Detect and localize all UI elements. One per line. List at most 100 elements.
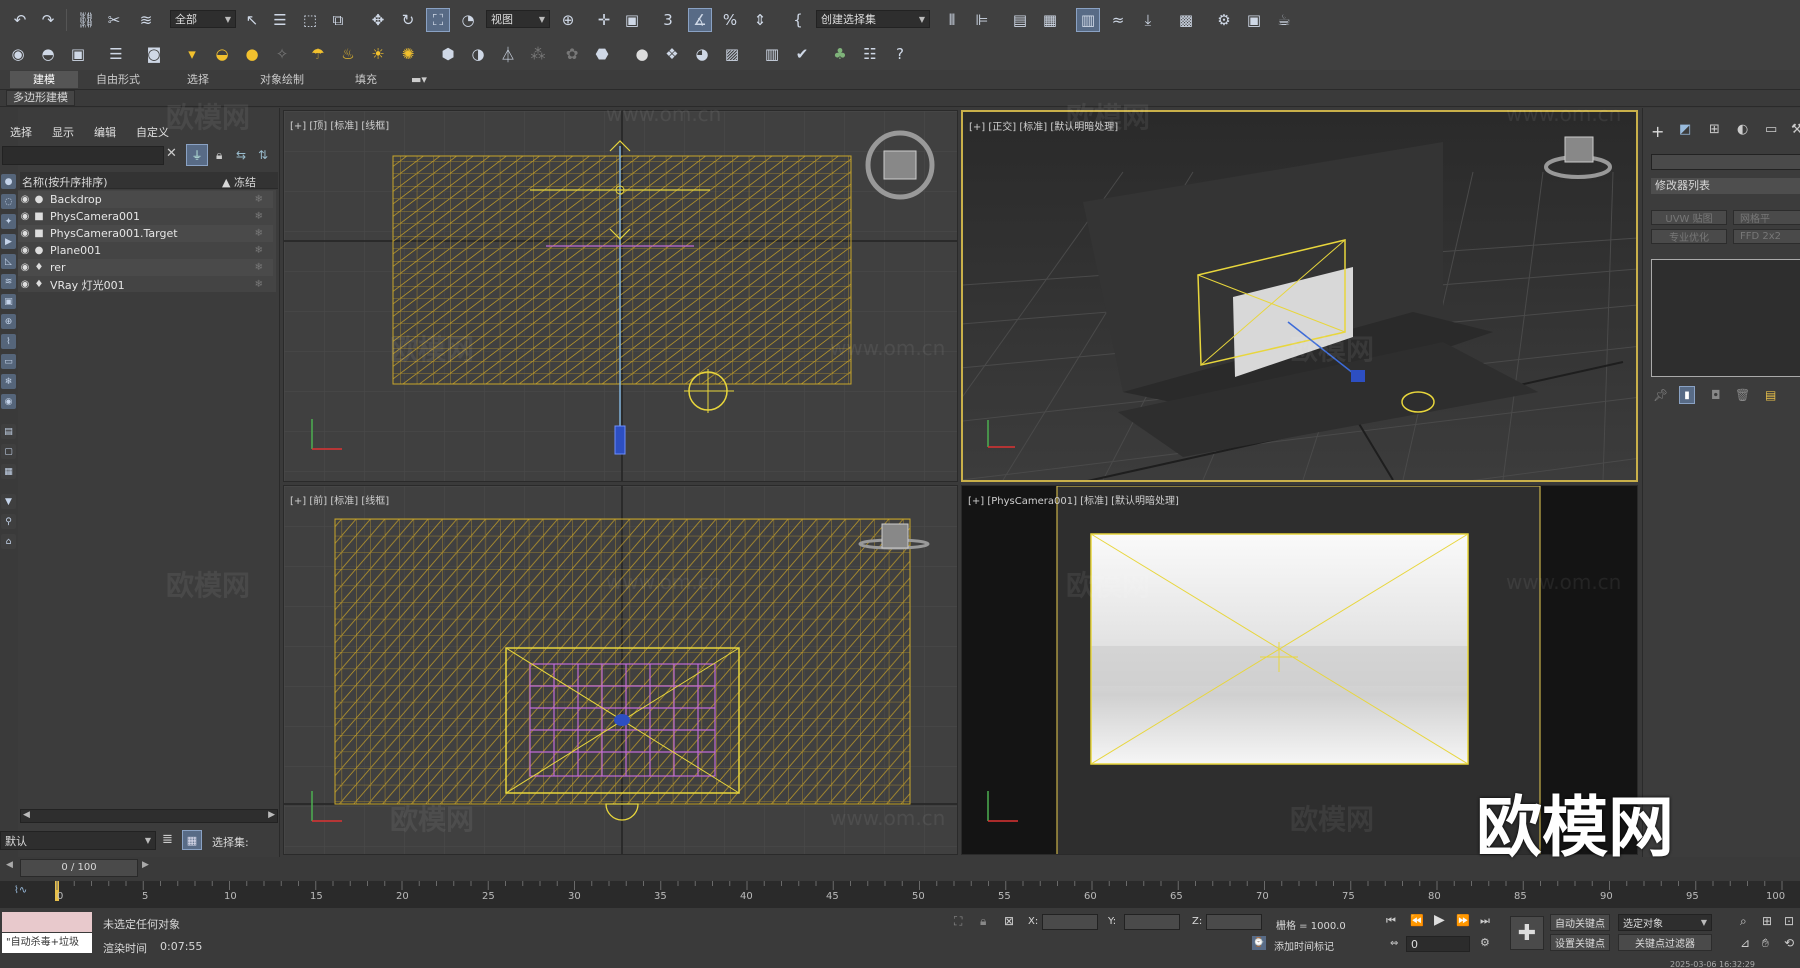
vray-light-plane-icon[interactable]: ▾ [180,42,204,66]
modify-tab-icon[interactable]: ◩ [1679,122,1691,137]
scale-icon[interactable]: ⛶ [426,8,450,32]
field-of-view-icon[interactable]: ⊿ [1740,936,1750,950]
time-config-icon[interactable]: ⚙ [1480,936,1490,949]
eye-icon[interactable]: ◉ [18,245,32,256]
uvw-map-button[interactable]: UVW 贴图 [1651,210,1727,225]
vray-multi-material-icon[interactable]: ❖ [660,42,684,66]
vray-settings-icon[interactable]: ☰ [104,42,128,66]
vray-teapot-icon[interactable]: ◓ [36,42,60,66]
ribbon-tab-modeling[interactable]: 建模 [10,71,78,88]
pan-icon[interactable]: ✋︎ [1762,936,1769,951]
hierarchy-icon[interactable]: ⌂ [1,534,16,549]
display-helpers-icon[interactable]: ◺ [1,254,16,269]
scroll-left-icon[interactable]: ◀ [23,810,30,820]
percent-snap-icon[interactable]: % [718,8,742,32]
filter-icon[interactable]: ▼ [1,494,16,509]
display-spacewarps-icon[interactable]: ≋ [1,274,16,289]
viewport-front[interactable]: [+] [前] [标准] [线框] [283,485,958,855]
viewport-top-label[interactable]: [+] [顶] [标准] [线框] [290,117,389,132]
vray-plane-icon[interactable]: ⏃ [496,42,520,66]
mesh-smooth-button[interactable]: 网格平 [1733,210,1800,225]
explorer-menu-select[interactable]: 选择 [10,124,32,140]
display-tab-icon[interactable]: ▭ [1765,122,1777,137]
vray-ies-light-icon[interactable]: ☂ [306,42,330,66]
display-containers-icon[interactable]: ▭ [1,354,16,369]
display-none-icon[interactable]: ▦ [1,464,16,479]
list-item[interactable]: ◉ ■ PhysCamera001.Target ❄ [18,225,273,242]
toggle-ribbon-icon[interactable]: ▦ [1038,8,1062,32]
list-item[interactable]: ◉ ♦ VRay 灯光001 ❄ [18,276,273,293]
curve-editor-icon[interactable]: ≈ [1106,8,1130,32]
keyboard-shortcut-icon[interactable]: ▣ [620,8,644,32]
explorer-menu-edit[interactable]: 编辑 [94,124,116,140]
absolute-mode-icon[interactable]: ⊠ [1004,914,1014,928]
layers-icon[interactable]: ≣ [162,832,173,847]
key-filters-button[interactable]: 关键点过滤器 [1618,934,1712,951]
vray-proxy-icon[interactable]: ⬢ [436,42,460,66]
angle-snap-icon[interactable]: ∡ [688,8,712,32]
vray-scatter-icon[interactable]: ♣ [828,42,852,66]
vray-material-sphere-icon[interactable]: ● [630,42,654,66]
selection-set-icon[interactable]: ▦ [182,830,202,850]
link-icon[interactable]: ⛓ [74,8,98,32]
vray-instancer-icon[interactable]: ⁂ [526,42,550,66]
auto-key-button[interactable]: 自动关键点 [1550,914,1610,931]
make-unique-icon[interactable]: ◘ [1711,388,1721,402]
z-coordinate-input[interactable] [1206,914,1262,930]
selection-lock-icon[interactable]: 🔒︎ [980,914,986,929]
reference-coordinate-dropdown[interactable]: 视图 ▼ [486,10,550,28]
explorer-menu-customize[interactable]: 自定义 [136,124,169,140]
lock-icon[interactable]: 🔒︎ [216,148,222,163]
vray-mesh-light-icon[interactable]: ✧ [270,42,294,66]
isolate-icon[interactable]: ⛶ [954,914,962,929]
utilities-tab-icon[interactable]: ⚒ [1791,122,1800,137]
list-item[interactable]: ◉ ■ PhysCamera001 ❄ [18,208,273,225]
named-selection-dropdown[interactable]: 创建选择集 ▼ [816,10,930,28]
select-manipulate-icon[interactable]: ✛ [592,8,616,32]
remove-modifier-icon[interactable]: 🗑︎ [1735,388,1750,402]
rendered-frame-icon[interactable]: ▣ [1242,8,1266,32]
display-particles-icon[interactable]: ❄ [1,374,16,389]
vray-ambient-light-icon[interactable]: ♨ [336,42,360,66]
zoom-all-icon[interactable]: ⊞ [1762,914,1772,928]
hierarchy-tab-icon[interactable]: ⊞ [1709,122,1720,137]
key-mode-icon[interactable]: ⇔ [1390,938,1398,949]
orbit-icon[interactable]: ⟲ [1784,936,1794,950]
vray-material-override-icon[interactable]: ◕ [690,42,714,66]
current-frame-input[interactable]: 0 [1406,936,1470,952]
redo-icon[interactable]: ↷ [36,8,60,32]
vray-fur-icon[interactable]: ◑ [466,42,490,66]
display-xrefs-icon[interactable]: ⊕ [1,314,16,329]
set-key-icon[interactable]: ✚ [1510,916,1544,950]
modifier-stack[interactable] [1651,259,1800,377]
explorer-scrollbar[interactable]: ◀ ▶ [20,809,278,823]
ribbon-tab-selection[interactable]: 选择 [166,71,230,88]
help-icon[interactable]: ? [888,42,912,66]
vray-sky-icon[interactable]: ✺ [396,42,420,66]
ribbon-subtitle[interactable]: 多边形建模 [6,90,75,106]
freeze-icon[interactable]: ❄ [255,245,263,256]
move-icon[interactable]: ✥ [366,8,390,32]
eye-icon[interactable]: ◉ [18,211,32,222]
time-slider-prev-icon[interactable]: ◀ [6,860,13,870]
pivot-center-icon[interactable]: ⊕ [556,8,580,32]
vray-dome-light-icon[interactable]: ◒ [210,42,234,66]
scene-explorer-icon[interactable]: ▥ [1076,8,1100,32]
selection-filter-dropdown[interactable]: 全部 ▼ [170,10,236,28]
freeze-icon[interactable]: ❄ [255,211,263,222]
display-all-icon[interactable]: ▢ [1,444,16,459]
list-item[interactable]: ◉ ● Backdrop ❄ [18,191,273,208]
time-tag-icon[interactable]: ⌚ [1252,936,1266,950]
explorer-menu-display[interactable]: 显示 [52,124,74,140]
pin-stack-icon[interactable]: 📌︎ [1653,388,1668,402]
render-setup-icon[interactable]: ⚙ [1212,8,1236,32]
freeze-icon[interactable]: ❄ [255,262,263,273]
vray-notes-icon[interactable]: ☷ [858,42,882,66]
ffd-button[interactable]: FFD 2x2 [1733,229,1800,244]
vray-render-icon[interactable]: ◉ [6,42,30,66]
placement-icon[interactable]: ◔ [456,8,480,32]
unlink-icon[interactable]: ✂ [102,8,126,32]
vray-sun-icon[interactable]: ☀ [366,42,390,66]
scroll-right-icon[interactable]: ▶ [268,810,275,820]
ribbon-options-icon[interactable]: ▬▾ [404,71,434,88]
